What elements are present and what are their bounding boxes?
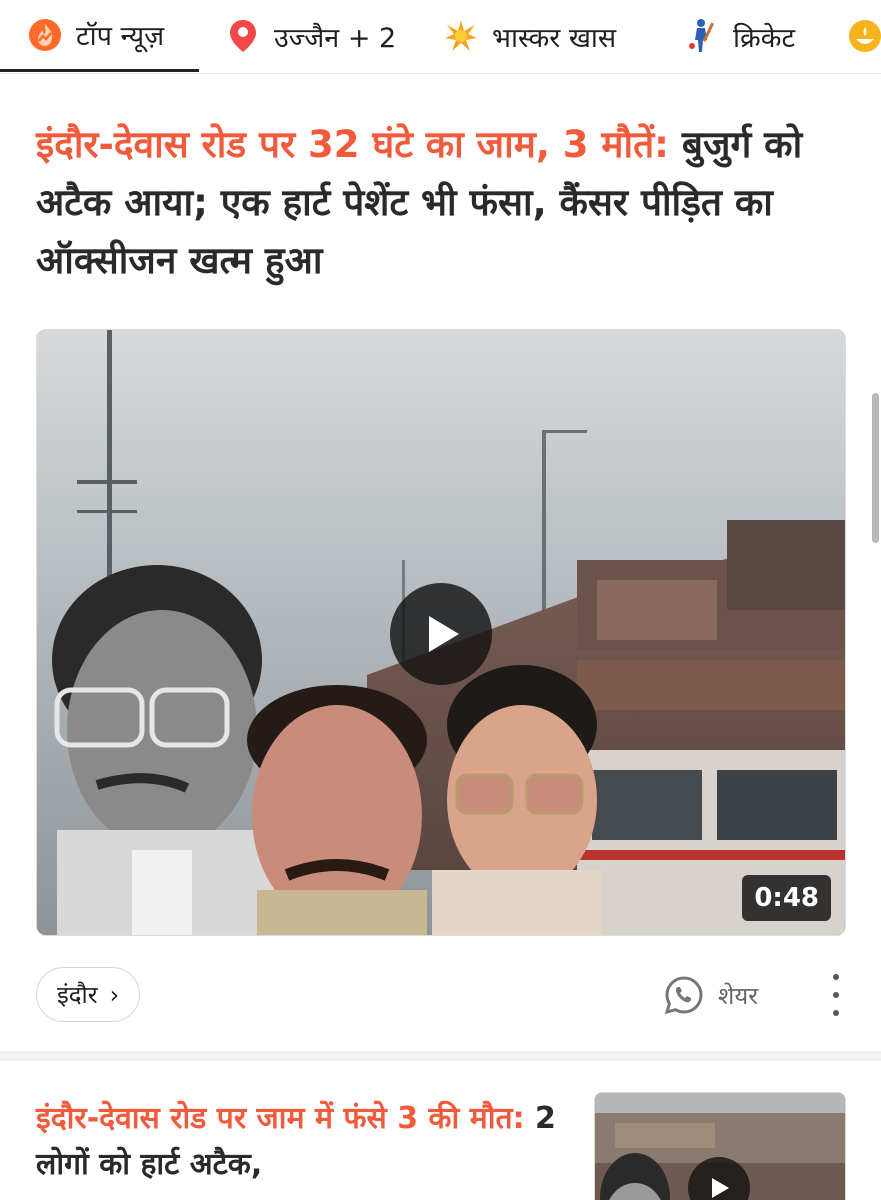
- tab-top-news[interactable]: टॉप न्यूज़: [0, 0, 199, 72]
- tab-label: उज्जैन + 2: [274, 22, 397, 54]
- story-divider: [0, 1051, 881, 1061]
- play-button[interactable]: [390, 583, 492, 685]
- location-tag-chip[interactable]: इंदौर ›: [36, 967, 141, 1022]
- tab-bhaskar-khas[interactable]: भास्कर खास: [444, 0, 616, 72]
- tab-city[interactable]: उज्जैन + 2: [226, 0, 396, 72]
- tab-festival[interactable]: [848, 0, 881, 72]
- diya-icon: [848, 19, 881, 53]
- page-scrollbar[interactable]: [872, 393, 879, 543]
- dot: [833, 974, 839, 980]
- location-tag-label: इंदौर: [57, 981, 98, 1009]
- trending-fire-icon: [28, 18, 62, 52]
- top-category-nav: टॉप न्यूज़ उज्जैन + 2 भास्कर खास क्रिकेट: [0, 0, 881, 74]
- tab-cricket[interactable]: क्रिकेट: [685, 0, 795, 72]
- star-burst-icon: [444, 19, 478, 53]
- play-icon: [429, 616, 459, 652]
- location-pin-icon: [226, 19, 260, 53]
- story2-video-thumbnail[interactable]: [594, 1092, 846, 1200]
- tab-label: क्रिकेट: [733, 22, 796, 54]
- story2-headline-highlight: इंदौर-देवास रोड पर जाम में फंसे 3 की मौत…: [36, 1101, 525, 1136]
- video-duration-badge: 0:48: [742, 875, 831, 921]
- dot: [833, 1010, 839, 1016]
- whatsapp-icon: [664, 975, 704, 1015]
- dot: [833, 992, 839, 998]
- headline-highlight: इंदौर-देवास रोड पर 32 घंटे का जाम, 3 मौत…: [36, 123, 669, 166]
- chevron-right-icon: ›: [109, 980, 120, 1009]
- more-options-icon[interactable]: [822, 974, 850, 1016]
- play-icon: [712, 1178, 729, 1198]
- share-label: शेयर: [718, 981, 759, 1010]
- story-headline[interactable]: इंदौर-देवास रोड पर 32 घंटे का जाम, 3 मौत…: [36, 116, 848, 290]
- tab-label: टॉप न्यूज़: [76, 21, 165, 52]
- cricket-player-icon: [685, 19, 719, 53]
- tab-label: भास्कर खास: [492, 22, 617, 54]
- story-video-player[interactable]: 0:48: [36, 329, 846, 936]
- share-button[interactable]: शेयर: [664, 970, 758, 1020]
- story2-headline[interactable]: इंदौर-देवास रोड पर जाम में फंसे 3 की मौत…: [36, 1096, 576, 1188]
